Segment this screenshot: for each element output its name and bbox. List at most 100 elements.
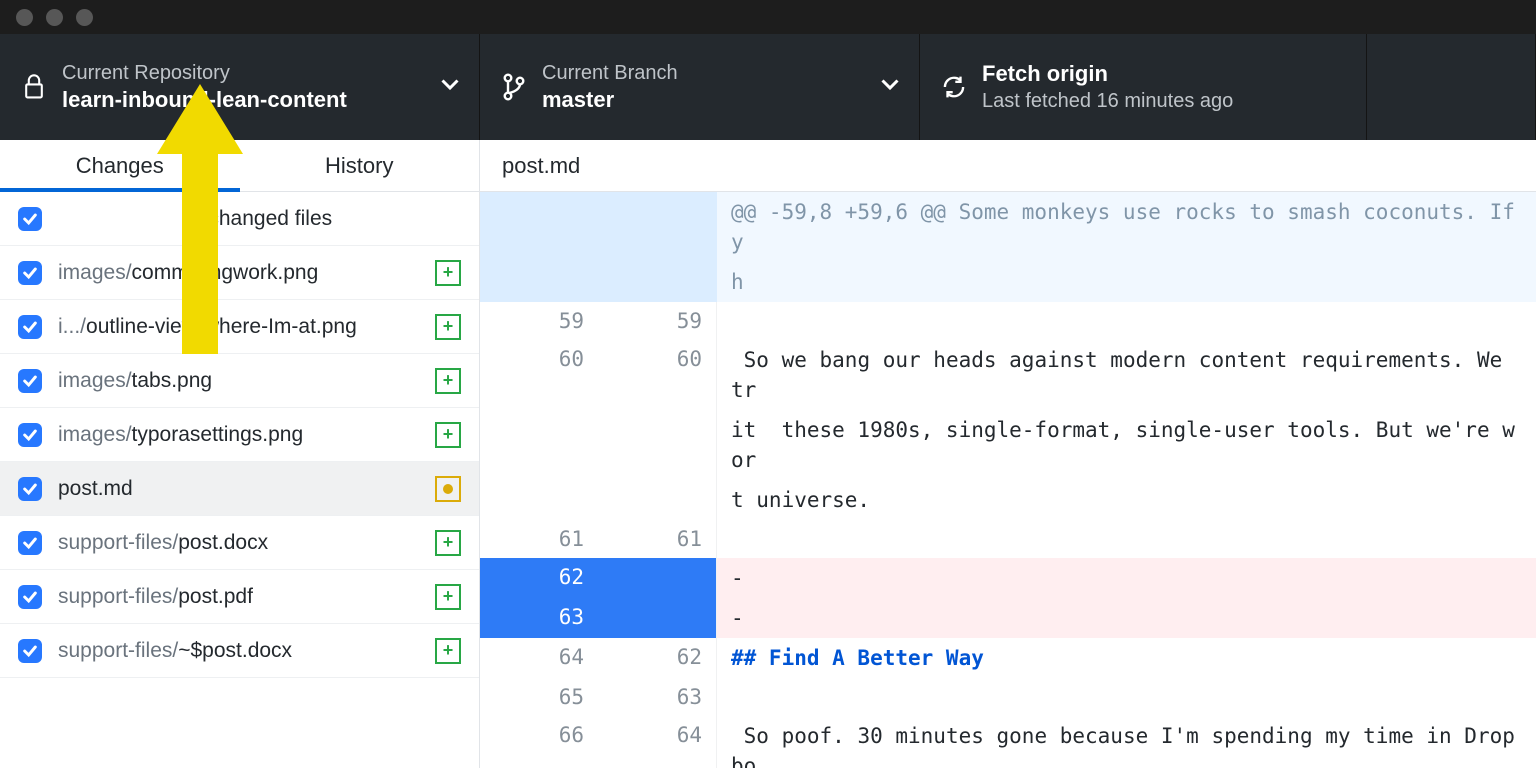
status-added-icon: + <box>435 260 461 286</box>
diff-row: 6161 <box>480 520 1536 558</box>
file-checkbox[interactable] <box>18 261 42 285</box>
line-number-old: 64 <box>480 638 598 678</box>
line-number-new <box>598 410 716 480</box>
file-path: images/tabs.png <box>58 369 435 393</box>
diff-row: t universe. <box>480 480 1536 520</box>
diff-filename: post.md <box>480 140 1536 192</box>
diff-line-content <box>716 520 1536 558</box>
chevron-down-icon <box>881 78 899 96</box>
diff-line-content: ## Find A Better Way <box>716 638 1536 678</box>
status-added-icon: + <box>435 368 461 394</box>
status-added-icon: + <box>435 584 461 610</box>
branch-switcher[interactable]: Current Branch master <box>480 34 920 140</box>
line-number-new <box>598 262 716 302</box>
file-checkbox[interactable] <box>18 585 42 609</box>
branch-label: Current Branch <box>542 60 881 86</box>
sidebar-tabs: Changes History <box>0 140 479 192</box>
diff-row: 63- <box>480 598 1536 638</box>
diff-line-content <box>716 678 1536 716</box>
diff-body[interactable]: @@ -59,8 +59,6 @@ Some monkeys use rocks… <box>480 192 1536 768</box>
line-number-old: 60 <box>480 340 598 410</box>
traffic-minimize-icon[interactable] <box>46 9 63 26</box>
line-number-old: 62 <box>480 558 598 598</box>
line-number-old: 63 <box>480 598 598 638</box>
diff-line-content: - <box>716 558 1536 598</box>
file-row[interactable]: images/committingwork.png+ <box>0 246 479 300</box>
chevron-down-icon <box>441 78 459 96</box>
tab-history[interactable]: History <box>240 140 480 191</box>
repo-label: Current Repository <box>62 60 441 86</box>
file-row[interactable]: images/tabs.png+ <box>0 354 479 408</box>
line-number-old: 61 <box>480 520 598 558</box>
file-checkbox[interactable] <box>18 477 42 501</box>
select-all-checkbox[interactable] <box>18 207 42 231</box>
line-number-new <box>598 192 716 262</box>
line-number-old: 59 <box>480 302 598 340</box>
file-row[interactable]: support-files/~$post.docx+ <box>0 624 479 678</box>
file-path: post.md <box>58 477 435 501</box>
tab-changes-label: Changes <box>76 153 164 179</box>
status-added-icon: + <box>435 638 461 664</box>
line-number-new <box>598 598 716 638</box>
lock-icon <box>20 74 48 100</box>
branch-name: master <box>542 86 881 115</box>
line-number-new: 59 <box>598 302 716 340</box>
file-path: images/typorasettings.png <box>58 423 435 447</box>
line-number-old: 65 <box>480 678 598 716</box>
line-number-old <box>480 192 598 262</box>
file-row[interactable]: post.md <box>0 462 479 516</box>
diff-line-content: So we bang our heads against modern cont… <box>716 340 1536 410</box>
file-row[interactable]: images/typorasettings.png+ <box>0 408 479 462</box>
diff-row: 6060 So we bang our heads against modern… <box>480 340 1536 410</box>
sync-icon <box>940 74 968 100</box>
line-number-old: 66 <box>480 716 598 768</box>
file-path: images/committingwork.png <box>58 261 435 285</box>
window-titlebar <box>0 0 1536 34</box>
diff-row: 5959 <box>480 302 1536 340</box>
changes-count: 8 changed files <box>62 207 461 231</box>
diff-line-content: it these 1980s, single-format, single-us… <box>716 410 1536 480</box>
file-checkbox[interactable] <box>18 639 42 663</box>
traffic-zoom-icon[interactable] <box>76 9 93 26</box>
line-number-old <box>480 480 598 520</box>
diff-row: it these 1980s, single-format, single-us… <box>480 410 1536 480</box>
diff-row: 6462## Find A Better Way <box>480 638 1536 678</box>
toolbar-end <box>1366 34 1536 140</box>
fetch-button[interactable]: Fetch origin Last fetched 16 minutes ago <box>920 34 1366 140</box>
file-checkbox[interactable] <box>18 423 42 447</box>
app-toolbar: Current Repository learn-inbound-lean-co… <box>0 34 1536 140</box>
changes-summary: 8 changed files <box>0 192 479 246</box>
file-path: i.../outline-view-where-Im-at.png <box>58 315 435 339</box>
tab-changes[interactable]: Changes <box>0 140 240 191</box>
file-checkbox[interactable] <box>18 315 42 339</box>
diff-row: 6664 So poof. 30 minutes gone because I'… <box>480 716 1536 768</box>
line-number-old <box>480 262 598 302</box>
status-modified-icon <box>435 476 461 502</box>
file-path: support-files/~$post.docx <box>58 639 435 663</box>
line-number-new <box>598 480 716 520</box>
diff-line-content: So poof. 30 minutes gone because I'm spe… <box>716 716 1536 768</box>
line-number-new: 61 <box>598 520 716 558</box>
file-row[interactable]: support-files/post.pdf+ <box>0 570 479 624</box>
fetch-title: Fetch origin <box>982 60 1346 89</box>
diff-line-content <box>716 302 1536 340</box>
diff-line-content: t universe. <box>716 480 1536 520</box>
line-number-new: 60 <box>598 340 716 410</box>
file-checkbox[interactable] <box>18 369 42 393</box>
line-number-new: 63 <box>598 678 716 716</box>
line-number-old <box>480 410 598 480</box>
repo-switcher[interactable]: Current Repository learn-inbound-lean-co… <box>0 34 480 140</box>
diff-row: 62 - <box>480 558 1536 598</box>
traffic-close-icon[interactable] <box>16 9 33 26</box>
diff-row: 6563 <box>480 678 1536 716</box>
diff-row: @@ -59,8 +59,6 @@ Some monkeys use rocks… <box>480 192 1536 262</box>
file-row[interactable]: support-files/post.docx+ <box>0 516 479 570</box>
status-added-icon: + <box>435 314 461 340</box>
file-path: support-files/post.pdf <box>58 585 435 609</box>
repo-name: learn-inbound-lean-content <box>62 86 441 115</box>
line-number-new: 62 <box>598 638 716 678</box>
file-checkbox[interactable] <box>18 531 42 555</box>
file-path: support-files/post.docx <box>58 531 435 555</box>
fetch-subtitle: Last fetched 16 minutes ago <box>982 88 1346 114</box>
file-row[interactable]: i.../outline-view-where-Im-at.png+ <box>0 300 479 354</box>
